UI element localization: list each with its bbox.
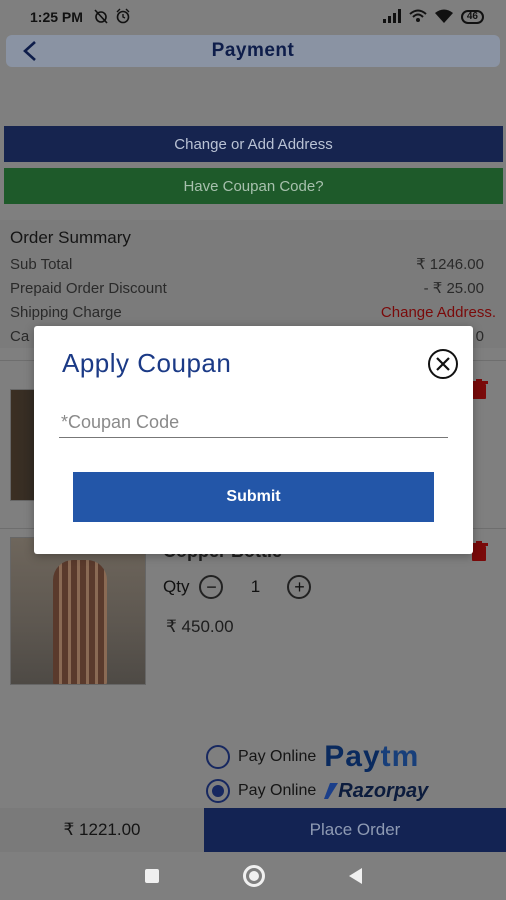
alarm-off-icon <box>93 8 109 27</box>
qty-label: Qty <box>163 577 190 596</box>
radio-selected-icon[interactable] <box>206 779 230 803</box>
change-address-button[interactable]: Change or Add Address <box>4 126 503 162</box>
coupon-code-input[interactable] <box>59 408 448 438</box>
place-order-button[interactable]: Place Order <box>204 808 506 852</box>
status-bar: 1:25 PM 46 <box>0 0 506 34</box>
order-summary-heading: Order Summary <box>10 228 131 247</box>
summary-label: Shipping Charge <box>10 303 122 321</box>
radio-unselected-icon[interactable] <box>206 745 230 769</box>
system-nav-bar <box>0 852 506 900</box>
razorpay-logo: Razorpay <box>324 780 428 803</box>
app-bar: Payment <box>6 35 500 67</box>
paytm-logo: Paytm <box>324 740 420 773</box>
quantity-stepper: Qty − 1 + <box>163 575 312 599</box>
qty-value: 1 <box>250 577 261 596</box>
pay-option-label: Pay Online <box>238 748 317 765</box>
summary-row: Shipping Charge Change Address. <box>10 300 496 324</box>
summary-value: - ₹ 25.00 <box>423 280 484 297</box>
summary-row: Prepaid Order Discount - ₹ 25.00 <box>10 276 496 300</box>
back-triangle-icon[interactable] <box>348 868 362 884</box>
pay-option-razorpay[interactable]: Pay Online Razorpay <box>206 774 496 808</box>
bottle-image <box>53 560 107 684</box>
submit-button[interactable]: Submit <box>73 472 434 522</box>
apply-coupon-dialog: Apply Coupan Submit <box>34 326 473 554</box>
summary-label: Prepaid Order Discount <box>10 279 167 297</box>
summary-label: Sub Total <box>10 255 73 273</box>
signal-icon <box>382 8 401 26</box>
recents-icon[interactable] <box>144 869 159 883</box>
page-title: Payment <box>211 40 295 61</box>
wifi-icon <box>434 9 453 26</box>
network-icon <box>409 9 427 26</box>
payment-options: Pay Online Paytm Pay Online Razorpay <box>206 740 496 808</box>
pay-option-label: Pay Online <box>238 782 317 799</box>
summary-value: 0 <box>475 327 484 345</box>
plus-icon[interactable]: + <box>287 575 312 599</box>
alarm-icon <box>115 8 131 27</box>
dialog-title: Apply Coupan <box>62 348 232 378</box>
product-image <box>10 537 146 685</box>
close-icon[interactable] <box>427 348 459 380</box>
minus-icon[interactable]: − <box>199 575 224 599</box>
change-address-link[interactable]: Change Address. <box>381 304 496 321</box>
product-price: ₹ 450.00 <box>166 617 234 636</box>
summary-row: Sub Total ₹ 1246.00 <box>10 252 496 276</box>
summary-label: Ca <box>10 327 30 345</box>
home-icon[interactable] <box>242 865 265 887</box>
pay-option-paytm[interactable]: Pay Online Paytm <box>206 740 496 774</box>
bottom-bar: ₹ 1221.00 Place Order <box>0 808 506 852</box>
summary-value: ₹ 1246.00 <box>416 256 484 273</box>
back-arrow-icon[interactable] <box>18 37 44 65</box>
battery-icon: 46 <box>460 10 484 24</box>
coupon-code-button[interactable]: Have Coupan Code? <box>4 168 503 204</box>
status-time: 1:25 PM <box>30 9 83 25</box>
order-total: ₹ 1221.00 <box>0 808 204 852</box>
battery-level: 46 <box>466 11 478 22</box>
